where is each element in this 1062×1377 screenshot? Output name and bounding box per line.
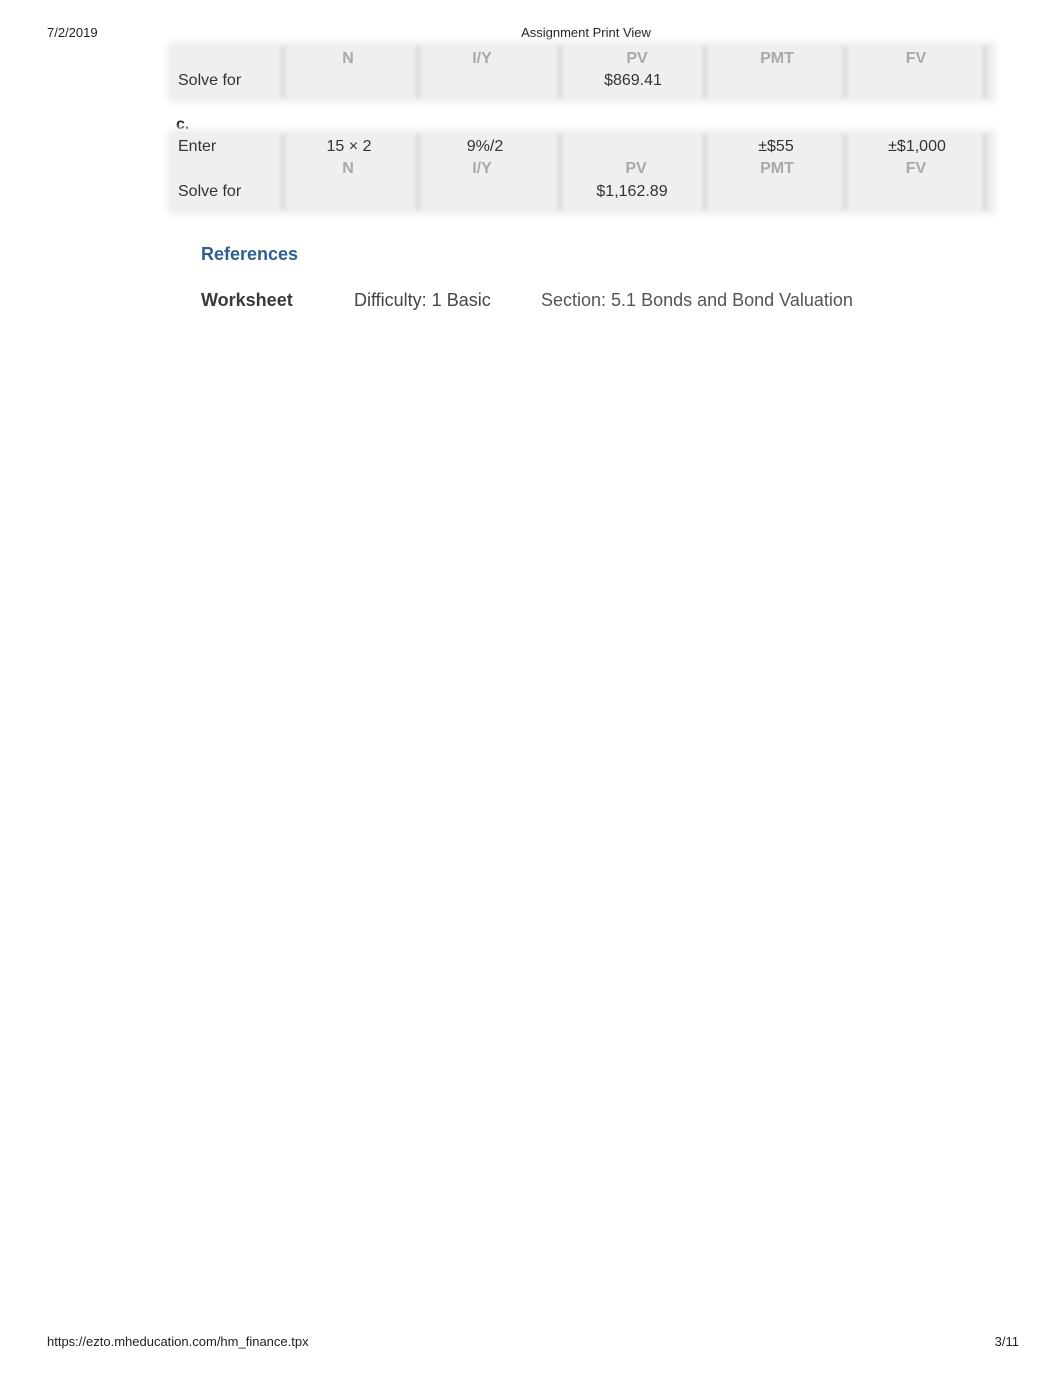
page-url: https://ezto.mheducation.com/hm_finance.… — [47, 1334, 309, 1349]
calculator-panel-b: N I/Y PV PMT FV Solve for $869.41 — [170, 44, 993, 100]
key-pv: PV — [625, 160, 647, 177]
solve-for-label: Solve for — [178, 183, 242, 200]
solve-pv-value: $1,162.89 — [596, 183, 668, 200]
enter-fv-value: ±$1,000 — [888, 138, 946, 155]
enter-label: Enter — [178, 138, 217, 155]
enter-n-value: 15 × 2 — [326, 138, 372, 155]
solve-for-label: Solve for — [178, 72, 242, 89]
key-pmt: PMT — [760, 160, 794, 177]
page-number: 3/11 — [994, 1334, 1019, 1349]
enter-iy-value: 9%/2 — [466, 138, 504, 155]
print-title: Assignment Print View — [521, 25, 651, 40]
key-n: N — [342, 50, 354, 67]
reference-section: Section: 5.1 Bonds and Bond Valuation — [541, 290, 853, 310]
key-pv: PV — [626, 50, 648, 67]
calculator-panel-c: Enter 15 × 2 9%/2 ±$55 ±$1,000 N I/Y PV … — [170, 132, 993, 212]
solve-pv-value: $869.41 — [604, 72, 662, 89]
references-heading: References — [201, 244, 299, 264]
reference-type: Worksheet — [201, 290, 293, 310]
key-iy: I/Y — [472, 50, 492, 67]
enter-pmt-value: ±$55 — [758, 138, 794, 155]
reference-difficulty: Difficulty: 1 Basic — [354, 290, 491, 310]
key-fv: FV — [905, 50, 927, 67]
key-pmt: PMT — [760, 50, 794, 67]
key-n: N — [342, 160, 354, 177]
key-fv: FV — [905, 160, 927, 177]
key-iy: I/Y — [472, 160, 492, 177]
